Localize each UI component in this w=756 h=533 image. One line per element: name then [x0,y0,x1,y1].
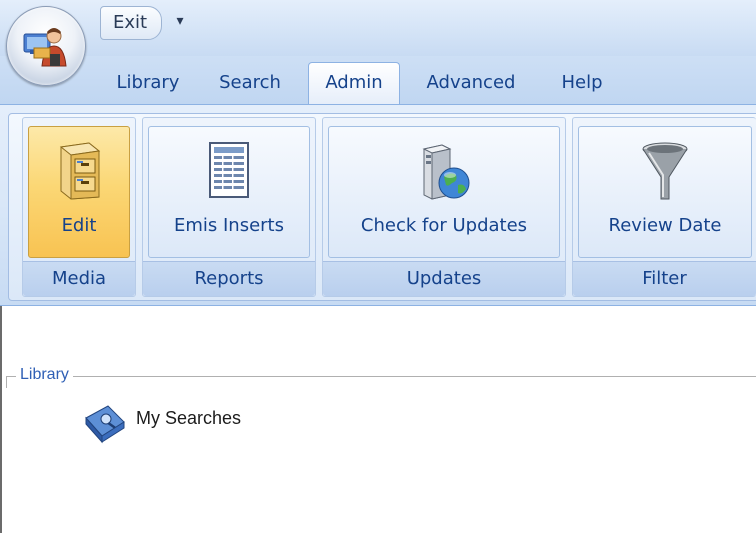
tab-help[interactable]: Help [546,64,618,104]
filing-cabinet-icon [59,142,101,200]
section-label-library: Library [16,366,73,384]
edit-button-label: Edit [61,215,97,236]
review-date-button[interactable]: Review Date [578,126,752,258]
tab-admin[interactable]: Admin [308,62,400,104]
review-date-label: Review Date [608,215,722,236]
group-updates: Check for Updates Updates [322,117,566,297]
tab-advanced[interactable]: Advanced [412,64,530,104]
ribbon-tab-row: Library Search Admin Advanced Help [0,56,756,104]
group-filter: Review Date Filter [572,117,756,297]
tab-search[interactable]: Search [206,64,294,104]
report-list-icon [209,142,249,198]
list-item-label: My Searches [136,408,242,428]
group-caption-reports: Reports [143,261,315,296]
group-reports: Emis Inserts Reports [142,117,316,297]
app-logo-icon [23,28,67,67]
title-bar: Exit ▾ [0,0,756,56]
exit-button[interactable]: Exit [100,6,162,40]
group-media: Edit Media [22,117,136,297]
check-for-updates-button[interactable]: Check for Updates [328,126,560,258]
main-content: Library My Searches [0,306,756,533]
funnel-icon [642,142,688,200]
group-caption-filter: Filter [573,261,756,296]
check-for-updates-label: Check for Updates [360,215,528,236]
server-globe-icon [422,144,470,200]
section-divider [6,376,756,377]
emis-inserts-button[interactable]: Emis Inserts [148,126,310,258]
ribbon-panel: Edit Media Emis Inserts Reports Check fo… [0,104,756,306]
group-caption-media: Media [23,261,135,296]
application-menu-button[interactable] [6,6,86,86]
emis-inserts-label: Emis Inserts [173,215,284,236]
group-caption-updates: Updates [323,261,565,296]
edit-button[interactable]: Edit [28,126,130,258]
section-divider-edge [6,376,7,388]
tab-library[interactable]: Library [104,64,192,104]
quick-access-dropdown-icon[interactable]: ▾ [172,10,188,32]
searches-book-icon [85,405,125,444]
